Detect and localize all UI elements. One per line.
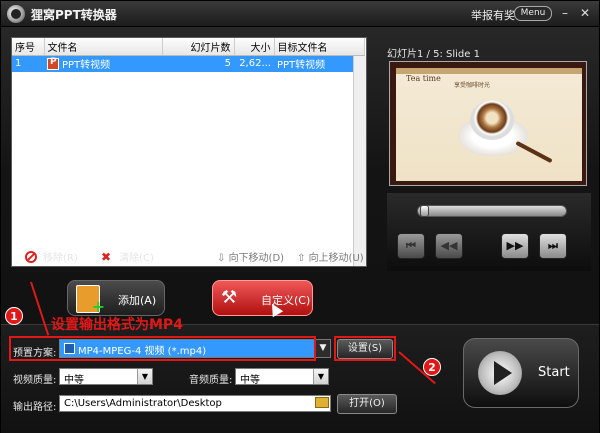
preset-dropdown-icon[interactable]: ▼ <box>315 339 331 358</box>
menu-button[interactable]: Menu <box>514 6 552 21</box>
last-slide-icon[interactable]: ⏭ <box>539 233 567 259</box>
tools-icon: ⚒ <box>221 287 238 308</box>
move-up-button[interactable]: ⇧ 向上移动(U) <box>297 249 364 264</box>
slide-thumbnail: Tea time 享受咖啡时光 <box>396 68 582 181</box>
start-arrow-icon <box>478 351 522 395</box>
seek-bar[interactable] <box>417 205 567 217</box>
chevron-down-icon: ▼ <box>313 369 328 384</box>
video-quality-label: 视频质量: <box>13 375 57 386</box>
column-header-size[interactable]: 大小 <box>234 38 275 56</box>
add-button[interactable]: 添加(A) <box>67 280 165 316</box>
clear-button[interactable]: ✖ 清除(C) <box>101 249 154 264</box>
arrow-down-icon: ⇩ <box>217 253 229 264</box>
player-controls: ⏮ ◀◀ ▶▶ ⏭ <box>387 193 591 271</box>
first-slide-icon[interactable]: ⏮ <box>397 233 425 259</box>
coffee-cup-image <box>470 100 514 140</box>
remove-button[interactable]: 移除(R) <box>25 249 78 264</box>
step-1-instruction: 设置输出格式为MP4 <box>51 317 183 333</box>
add-file-icon <box>76 285 105 316</box>
folder-icon[interactable] <box>315 397 329 408</box>
open-folder-button[interactable]: 打开(O) <box>337 394 397 414</box>
slide-counter: 幻灯片1 / 5: Slide 1 <box>387 49 480 60</box>
custom-button[interactable]: ⚒ 自定义(C) <box>212 280 313 316</box>
move-down-button[interactable]: ⇩ 向下移动(D) <box>217 249 284 264</box>
column-header-slides[interactable]: 幻灯片数 <box>162 38 235 56</box>
close-icon[interactable]: ✕ <box>577 5 593 21</box>
remove-icon <box>25 251 37 263</box>
column-header-index[interactable]: 序号 <box>12 38 45 56</box>
start-button[interactable]: Start <box>463 338 579 408</box>
output-path-input[interactable]: C:\Users\Administrator\Desktop <box>59 395 331 412</box>
video-quality-select[interactable]: 中等 ▼ <box>59 368 153 385</box>
row-target: PPT转视频 <box>274 55 364 72</box>
app-title: 狸窝PPT转换器 <box>31 8 117 22</box>
report-link[interactable]: 举报有奖 <box>471 7 515 23</box>
seek-handle[interactable] <box>420 205 429 217</box>
file-list-panel: 序号 文件名 幻灯片数 大小 目标文件名 1 PPT转视频 5 2,62... … <box>11 37 367 267</box>
app-window: 狸窝PPT转换器 举报有奖 Menu – ✕ 序号 文件名 幻灯片数 大小 目标… <box>0 0 600 433</box>
vertical-scrollbar[interactable] <box>353 56 366 266</box>
output-path-label: 输出路径: <box>13 402 57 413</box>
column-header-filename[interactable]: 文件名 <box>44 38 163 56</box>
app-logo-icon <box>7 5 25 23</box>
next-slide-icon[interactable]: ▶▶ <box>501 233 529 259</box>
row-filename: PPT转视频 <box>62 60 111 72</box>
file-table: 序号 文件名 幻灯片数 大小 目标文件名 1 PPT转视频 5 2,62... … <box>12 38 365 72</box>
audio-quality-select[interactable]: 中等 ▼ <box>235 368 329 385</box>
audio-quality-label: 音频质量: <box>189 375 233 386</box>
arrow-up-icon: ⇧ <box>297 253 309 264</box>
minimize-icon[interactable]: – <box>557 5 573 21</box>
chevron-down-icon: ▼ <box>137 369 152 384</box>
clear-icon: ✖ <box>101 250 112 264</box>
slide-title: Tea time <box>406 74 441 83</box>
row-slides: 5 <box>162 55 234 72</box>
title-bar: 狸窝PPT转换器 举报有奖 Menu – ✕ <box>1 1 599 27</box>
previous-slide-icon[interactable]: ◀◀ <box>435 233 463 259</box>
row-size: 2,62... <box>234 55 274 72</box>
slide-preview: Tea time 享受咖啡时光 <box>389 61 587 186</box>
settings-highlight-box <box>334 336 396 361</box>
preset-highlight-box <box>9 336 316 361</box>
row-filename-cell: PPT转视频 <box>44 55 162 72</box>
ppt-file-icon <box>47 57 59 71</box>
step-1-marker: 1 <box>5 307 23 325</box>
table-row[interactable]: 1 PPT转视频 5 2,62... PPT转视频 <box>12 55 364 72</box>
slide-tagline: 享受咖啡时光 <box>454 82 491 89</box>
spoon-image <box>515 140 553 164</box>
table-header-row: 序号 文件名 幻灯片数 大小 目标文件名 <box>12 38 365 56</box>
row-index: 1 <box>12 55 44 72</box>
list-action-bar: 移除(R) ✖ 清除(C) ⇩ 向下移动(D) ⇧ 向上移动(U) <box>11 245 367 267</box>
column-header-target[interactable]: 目标文件名 <box>274 38 365 56</box>
